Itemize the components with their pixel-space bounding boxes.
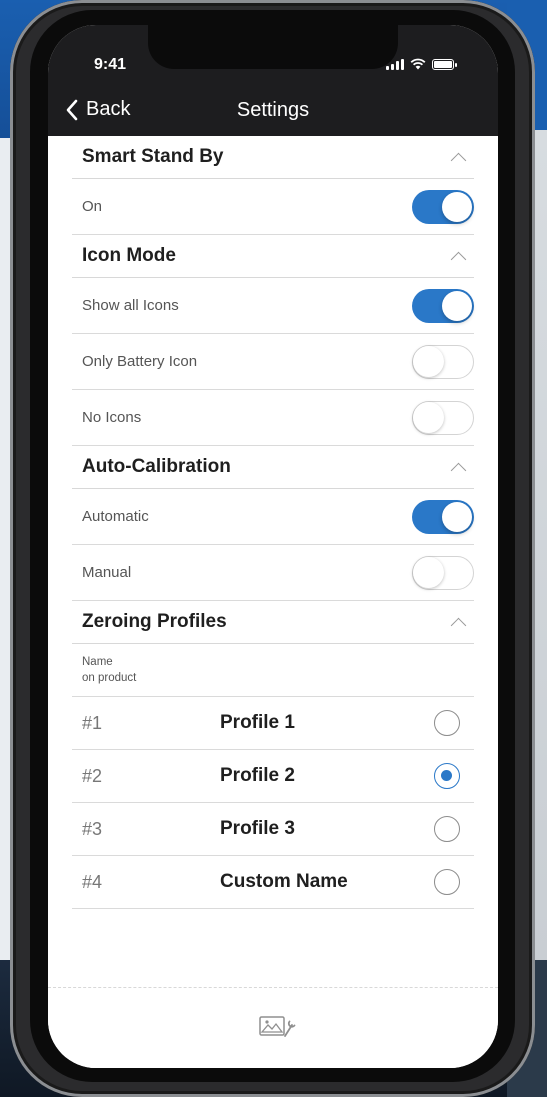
section-zeroing-profiles[interactable]: Zeroing Profiles xyxy=(72,601,474,644)
section-title: Auto-Calibration xyxy=(82,456,231,477)
phone-screen: 9:41 Back Settings Smart Stand By On Ico… xyxy=(48,25,498,1068)
chevron-up-icon xyxy=(450,617,467,633)
profile-row-4[interactable]: #4 Custom Name xyxy=(72,856,474,909)
row-label: Only Battery Icon xyxy=(82,353,198,370)
row-label: No Icons xyxy=(82,409,142,426)
section-title: Smart Stand By xyxy=(82,146,224,167)
section-smart-stand-by[interactable]: Smart Stand By xyxy=(72,136,474,179)
row-label: Show all Icons xyxy=(82,297,179,314)
page-title: Settings xyxy=(236,99,310,121)
section-title: Icon Mode xyxy=(82,245,176,266)
notch xyxy=(148,25,398,69)
status-time: 9:41 xyxy=(94,56,127,73)
row-smart-stand-by-on: On xyxy=(72,179,474,235)
profile-name: Custom Name xyxy=(220,871,348,892)
profile-number: #1 xyxy=(82,712,103,733)
profile-name: Profile 2 xyxy=(220,765,295,786)
toggle-knob xyxy=(413,345,444,377)
bottom-toolbar xyxy=(48,987,498,1068)
name-header-line1: Name xyxy=(82,655,113,668)
profile-row-1[interactable]: #1 Profile 1 xyxy=(72,697,474,750)
profile-number: #2 xyxy=(82,765,103,786)
toggle-knob xyxy=(442,501,472,532)
profile-radio[interactable] xyxy=(434,869,460,895)
row-label: On xyxy=(82,198,103,215)
profile-radio[interactable] xyxy=(434,816,460,842)
profile-row-3[interactable]: #3 Profile 3 xyxy=(72,803,474,856)
wifi-icon xyxy=(410,58,426,70)
toggle-no-icons[interactable] xyxy=(412,400,474,435)
toggle-smart-stand-by[interactable] xyxy=(412,189,474,224)
name-header-line2: on product xyxy=(82,672,137,684)
profile-radio-selected[interactable] xyxy=(434,763,460,789)
status-icons xyxy=(386,58,457,70)
toggle-show-all-icons[interactable] xyxy=(412,288,474,323)
toggle-automatic[interactable] xyxy=(412,499,474,534)
name-on-product-header: Name on product xyxy=(72,644,474,697)
chevron-up-icon xyxy=(450,462,467,478)
profile-row-2[interactable]: #2 Profile 2 xyxy=(72,750,474,803)
phone-frame: 9:41 Back Settings Smart Stand By On Ico… xyxy=(10,0,535,1097)
row-only-battery-icon: Only Battery Icon xyxy=(72,334,474,390)
toggle-manual[interactable] xyxy=(412,555,474,590)
profile-number: #3 xyxy=(82,818,103,839)
toggle-knob xyxy=(413,401,444,433)
section-title: Zeroing Profiles xyxy=(82,611,227,632)
toggle-only-battery-icon[interactable] xyxy=(412,344,474,379)
profile-name: Profile 3 xyxy=(220,818,295,839)
row-show-all-icons: Show all Icons xyxy=(72,278,474,334)
toggle-knob xyxy=(442,191,472,222)
profile-radio[interactable] xyxy=(434,710,460,736)
row-label: Manual xyxy=(82,564,132,581)
row-label: Automatic xyxy=(82,508,149,525)
row-manual: Manual xyxy=(72,545,474,601)
toggle-knob xyxy=(413,556,444,588)
battery-icon xyxy=(432,59,457,70)
section-icon-mode[interactable]: Icon Mode xyxy=(72,235,474,278)
toggle-knob xyxy=(442,290,472,321)
settings-content: Smart Stand By On Icon Mode Show all Ico… xyxy=(48,136,498,909)
profile-number: #4 xyxy=(82,871,103,892)
row-no-icons: No Icons xyxy=(72,390,474,446)
chevron-up-icon xyxy=(450,152,467,168)
section-auto-calibration[interactable]: Auto-Calibration xyxy=(72,446,474,489)
chevron-up-icon xyxy=(450,251,467,267)
image-wrench-icon[interactable] xyxy=(258,1012,298,1042)
row-automatic: Automatic xyxy=(72,489,474,545)
profile-name: Profile 1 xyxy=(220,712,295,733)
